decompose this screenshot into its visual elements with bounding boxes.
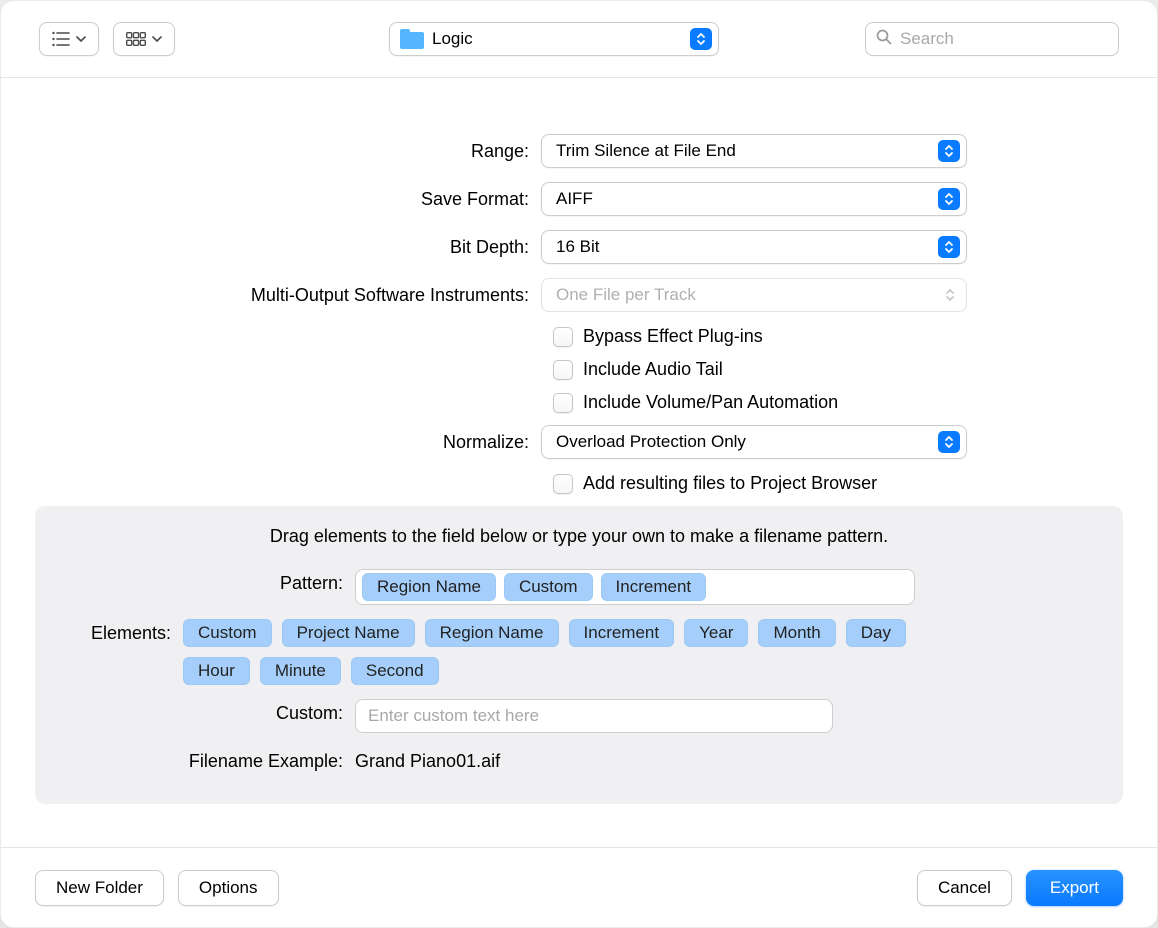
element-token[interactable]: Day	[846, 619, 906, 647]
include-vol-checkbox[interactable]	[553, 393, 573, 413]
bypass-checkbox[interactable]	[553, 327, 573, 347]
pattern-field[interactable]: Region Name Custom Increment	[355, 569, 915, 605]
search-input[interactable]	[900, 29, 1108, 49]
multi-output-label: Multi-Output Software Instruments:	[1, 285, 541, 306]
save-format-value: AIFF	[556, 189, 938, 209]
updown-icon	[938, 431, 960, 453]
filename-example-label: Filename Example:	[57, 747, 355, 772]
grid-icon	[126, 32, 146, 46]
bit-depth-value: 16 Bit	[556, 237, 938, 257]
element-token[interactable]: Region Name	[425, 619, 559, 647]
search-field[interactable]	[865, 22, 1119, 56]
updown-icon	[938, 140, 960, 162]
updown-icon	[938, 236, 960, 258]
pattern-label: Pattern:	[57, 569, 355, 594]
pattern-instruction: Drag elements to the field below or type…	[57, 526, 1101, 547]
options-area: Range: Trim Silence at File End Save For…	[1, 78, 1157, 828]
include-vol-label: Include Volume/Pan Automation	[583, 392, 838, 413]
add-to-browser-label: Add resulting files to Project Browser	[583, 473, 877, 494]
chevron-down-icon	[76, 36, 86, 42]
view-grid-button[interactable]	[113, 22, 175, 56]
bottom-bar: New Folder Options Cancel Export	[1, 847, 1157, 927]
list-icon	[52, 31, 70, 47]
element-token[interactable]: Second	[351, 657, 439, 685]
range-popup[interactable]: Trim Silence at File End	[541, 134, 967, 168]
multi-output-popup: One File per Track	[541, 278, 967, 312]
updown-icon	[938, 188, 960, 210]
elements-list: Custom Project Name Region Name Increment Ye…	[183, 619, 931, 685]
options-button[interactable]: Options	[178, 870, 279, 906]
pattern-token[interactable]: Region Name	[362, 573, 496, 601]
element-token[interactable]: Increment	[569, 619, 675, 647]
custom-input[interactable]	[355, 699, 833, 733]
element-token[interactable]: Year	[684, 619, 748, 647]
element-token[interactable]: Custom	[183, 619, 272, 647]
export-dialog: Logic Range: Trim Silence at File End Sa…	[0, 0, 1158, 928]
filename-example-value: Grand Piano01.aif	[355, 747, 931, 772]
element-token[interactable]: Project Name	[282, 619, 415, 647]
search-icon	[876, 29, 892, 50]
element-token[interactable]: Minute	[260, 657, 341, 685]
include-tail-checkbox[interactable]	[553, 360, 573, 380]
view-list-button[interactable]	[39, 22, 99, 56]
bit-depth-popup[interactable]: 16 Bit	[541, 230, 967, 264]
multi-output-value: One File per Track	[556, 285, 940, 305]
bypass-label: Bypass Effect Plug-ins	[583, 326, 763, 347]
include-tail-label: Include Audio Tail	[583, 359, 723, 380]
elements-label: Elements:	[57, 619, 183, 644]
export-button[interactable]: Export	[1026, 870, 1123, 906]
normalize-label: Normalize:	[1, 432, 541, 453]
folder-name: Logic	[432, 29, 473, 49]
toolbar: Logic	[1, 1, 1157, 77]
save-format-popup[interactable]: AIFF	[541, 182, 967, 216]
range-value: Trim Silence at File End	[556, 141, 938, 161]
range-label: Range:	[1, 141, 541, 162]
folder-path-popup[interactable]: Logic	[389, 22, 719, 56]
element-token[interactable]: Month	[758, 619, 835, 647]
updown-icon	[690, 28, 712, 50]
updown-icon	[940, 284, 960, 306]
new-folder-button[interactable]: New Folder	[35, 870, 164, 906]
normalize-popup[interactable]: Overload Protection Only	[541, 425, 967, 459]
custom-label: Custom:	[57, 699, 355, 724]
bit-depth-label: Bit Depth:	[1, 237, 541, 258]
normalize-value: Overload Protection Only	[556, 432, 938, 452]
pattern-token[interactable]: Increment	[601, 573, 707, 601]
element-token[interactable]: Hour	[183, 657, 250, 685]
add-to-browser-checkbox[interactable]	[553, 474, 573, 494]
pattern-token[interactable]: Custom	[504, 573, 593, 601]
pattern-panel: Drag elements to the field below or type…	[35, 506, 1123, 804]
save-format-label: Save Format:	[1, 189, 541, 210]
folder-icon	[400, 29, 424, 49]
cancel-button[interactable]: Cancel	[917, 870, 1012, 906]
chevron-down-icon	[152, 36, 162, 42]
